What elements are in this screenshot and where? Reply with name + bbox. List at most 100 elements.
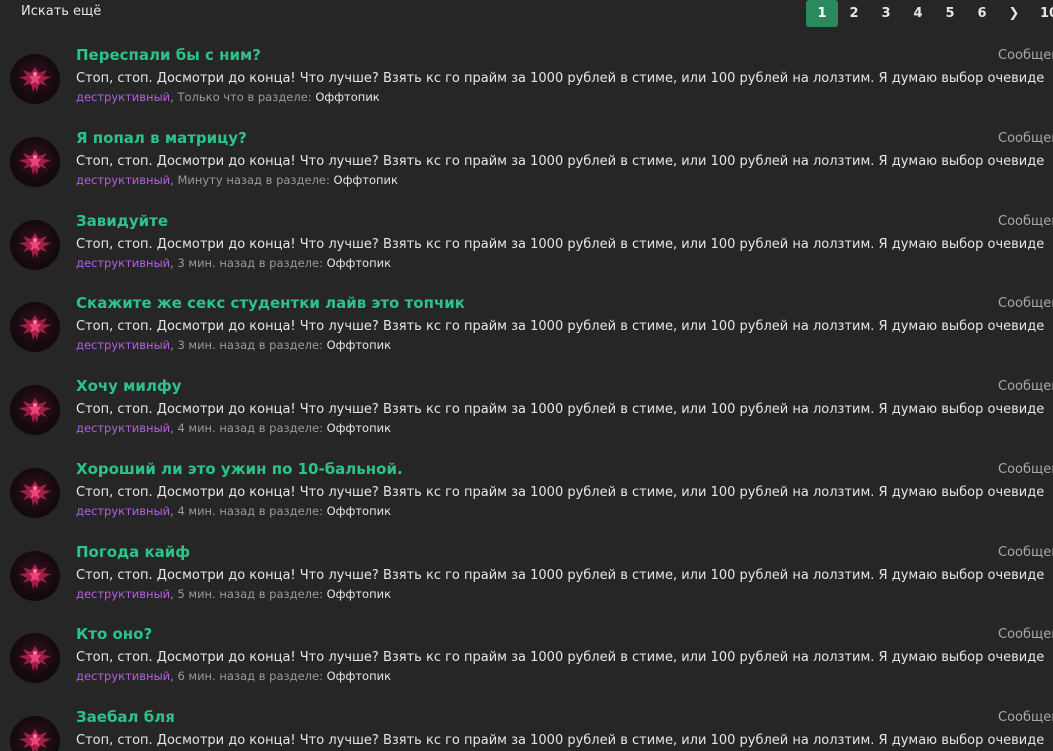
post-time: 4 мин. назад — [177, 503, 256, 518]
in-section-label: в разделе: — [258, 669, 323, 684]
avatar[interactable] — [10, 550, 60, 601]
post-time: 6 мин. назад — [177, 669, 256, 684]
post-time: 3 мин. назад — [177, 255, 256, 270]
thread-meta: деструктивный, Только что в разделе: Офф… — [76, 90, 380, 104]
content-type-label: Сообщение — [998, 130, 1053, 146]
author-link[interactable]: деструктивный — [76, 669, 170, 683]
avatar[interactable] — [10, 219, 60, 270]
author-link[interactable]: деструктивный — [76, 338, 170, 352]
forum-link[interactable]: Оффтопик — [327, 421, 391, 435]
search-result-item: Хочу милфу Стоп, стоп. Досмотри до конца… — [0, 371, 1053, 454]
forum-link[interactable]: Оффтопик — [327, 338, 391, 352]
post-time: Минуту назад — [177, 172, 262, 187]
results-toolbar: Искать ещё 1 2 3 4 5 6 ❯ 10 — [0, 0, 1053, 30]
avatar[interactable] — [10, 467, 60, 518]
thread-meta: деструктивный, 5 мин. назад в разделе: О… — [76, 587, 391, 601]
thread-title-link[interactable]: Кто оно? — [76, 625, 152, 643]
in-section-label: в разделе: — [265, 172, 330, 187]
thread-meta: деструктивный, Минуту назад в разделе: О… — [76, 173, 398, 187]
thread-meta: деструктивный, 6 мин. назад в разделе: О… — [76, 669, 391, 683]
search-results-list: Переспали бы с ним? Стоп, стоп. Досмотри… — [0, 40, 1053, 751]
pagination: 1 2 3 4 5 6 ❯ 10 — [806, 0, 1053, 27]
content-type-label: Сообщение — [998, 296, 1053, 312]
thread-title-link[interactable]: Я попал в матрицу? — [76, 129, 247, 147]
thread-title-link[interactable]: Завидуйте — [76, 212, 168, 230]
thread-title-link[interactable]: Скажите же секс студентки лайв это топчи… — [76, 294, 465, 312]
search-results-page: Искать ещё 1 2 3 4 5 6 ❯ 10 Переспали бы… — [0, 0, 1053, 751]
forum-link[interactable]: Оффтопик — [327, 669, 391, 683]
search-result-item: Скажите же секс студентки лайв это топчи… — [0, 288, 1053, 371]
thread-snippet: Стоп, стоп. Досмотри до конца! Что лучше… — [76, 153, 1044, 169]
in-section-label: в разделе: — [258, 503, 323, 518]
search-result-item: Я попал в матрицу? Стоп, стоп. Досмотри … — [0, 123, 1053, 206]
search-result-item: Кто оно? Стоп, стоп. Досмотри до конца! … — [0, 619, 1053, 702]
forum-link[interactable]: Оффтопик — [327, 504, 391, 518]
search-result-item: Заебал бля Стоп, стоп. Досмотри до конца… — [0, 702, 1053, 751]
thread-title-link[interactable]: Погода кайф — [76, 543, 190, 561]
thread-snippet: Стоп, стоп. Досмотри до конца! Что лучше… — [76, 567, 1044, 583]
avatar[interactable] — [10, 136, 60, 187]
search-result-item: Переспали бы с ним? Стоп, стоп. Досмотри… — [0, 40, 1053, 123]
avatar[interactable] — [10, 54, 60, 104]
avatar-eagle-icon — [19, 646, 51, 672]
forum-link[interactable]: Оффтопик — [327, 587, 391, 601]
search-result-item: Хороший ли это ужин по 10-бальной. Стоп,… — [0, 454, 1053, 537]
author-link[interactable]: деструктивный — [76, 256, 170, 270]
avatar-eagle-icon — [19, 149, 51, 175]
thread-title-link[interactable]: Переспали бы с ним? — [76, 46, 261, 64]
in-section-label: в разделе: — [258, 421, 323, 435]
post-time: 3 мин. назад — [177, 338, 256, 353]
thread-meta: деструктивный, 3 мин. назад в разделе: О… — [76, 338, 391, 352]
thread-snippet: Стоп, стоп. Досмотри до конца! Что лучше… — [76, 650, 1044, 666]
avatar[interactable] — [10, 385, 60, 435]
page-5-button[interactable]: 5 — [934, 0, 966, 27]
search-more-link[interactable]: Искать ещё — [21, 4, 101, 19]
next-page-icon[interactable]: ❯ — [998, 0, 1030, 27]
page-2-button[interactable]: 2 — [838, 0, 870, 27]
content-type-label: Сообщение — [998, 544, 1053, 560]
thread-meta: деструктивный, 4 мин. назад в разделе: О… — [76, 421, 391, 435]
author-link[interactable]: деструктивный — [76, 173, 170, 187]
author-link[interactable]: деструктивный — [76, 421, 170, 435]
forum-link[interactable]: Оффтопик — [315, 90, 379, 104]
page-3-button[interactable]: 3 — [870, 0, 902, 27]
avatar[interactable] — [10, 302, 60, 353]
thread-snippet: Стоп, стоп. Досмотри до конца! Что лучше… — [76, 71, 1044, 86]
forum-link[interactable]: Оффтопик — [334, 173, 398, 187]
thread-snippet: Стоп, стоп. Досмотри до конца! Что лучше… — [76, 236, 1044, 252]
page-4-button[interactable]: 4 — [902, 0, 934, 27]
content-type-label: Сообщение — [998, 213, 1053, 229]
page-6-button[interactable]: 6 — [966, 0, 998, 27]
page-1-button[interactable]: 1 — [806, 0, 838, 27]
thread-snippet: Стоп, стоп. Досмотри до конца! Что лучше… — [76, 484, 1044, 500]
thread-meta: деструктивный, 4 мин. назад в разделе: О… — [76, 504, 391, 518]
page-last-button[interactable]: 10 — [1030, 0, 1053, 27]
content-type-label: Сообщение — [998, 379, 1053, 394]
content-type-label: Сообщение — [998, 627, 1053, 643]
author-link[interactable]: деструктивный — [76, 587, 170, 601]
search-result-item: Завидуйте Стоп, стоп. Досмотри до конца!… — [0, 206, 1053, 289]
in-section-label: в разделе: — [258, 255, 323, 270]
thread-snippet: Стоп, стоп. Досмотри до конца! Что лучше… — [76, 402, 1044, 417]
in-section-label: в разделе: — [247, 90, 312, 104]
avatar[interactable] — [10, 716, 60, 751]
author-link[interactable]: деструктивный — [76, 504, 170, 518]
search-result-item: Погода кайф Стоп, стоп. Досмотри до конц… — [0, 537, 1053, 620]
avatar-eagle-icon — [19, 398, 51, 423]
avatar-eagle-icon — [19, 729, 51, 751]
forum-link[interactable]: Оффтопик — [327, 256, 391, 270]
avatar-eagle-icon — [19, 232, 51, 258]
thread-title-link[interactable]: Заебал бля — [76, 708, 175, 726]
thread-meta: деструктивный, 3 мин. назад в разделе: О… — [76, 256, 391, 270]
avatar-eagle-icon — [19, 480, 51, 506]
avatar-eagle-icon — [19, 563, 51, 589]
thread-snippet: Стоп, стоп. Досмотри до конца! Что лучше… — [76, 319, 1044, 335]
thread-title-link[interactable]: Хороший ли это ужин по 10-бальной. — [76, 460, 403, 478]
avatar-eagle-icon — [19, 315, 51, 341]
content-type-label: Сообщение — [998, 710, 1053, 725]
thread-title-link[interactable]: Хочу милфу — [76, 377, 182, 395]
in-section-label: в разделе: — [258, 586, 323, 601]
author-link[interactable]: деструктивный — [76, 90, 170, 104]
avatar-eagle-icon — [19, 67, 51, 92]
avatar[interactable] — [10, 633, 60, 684]
